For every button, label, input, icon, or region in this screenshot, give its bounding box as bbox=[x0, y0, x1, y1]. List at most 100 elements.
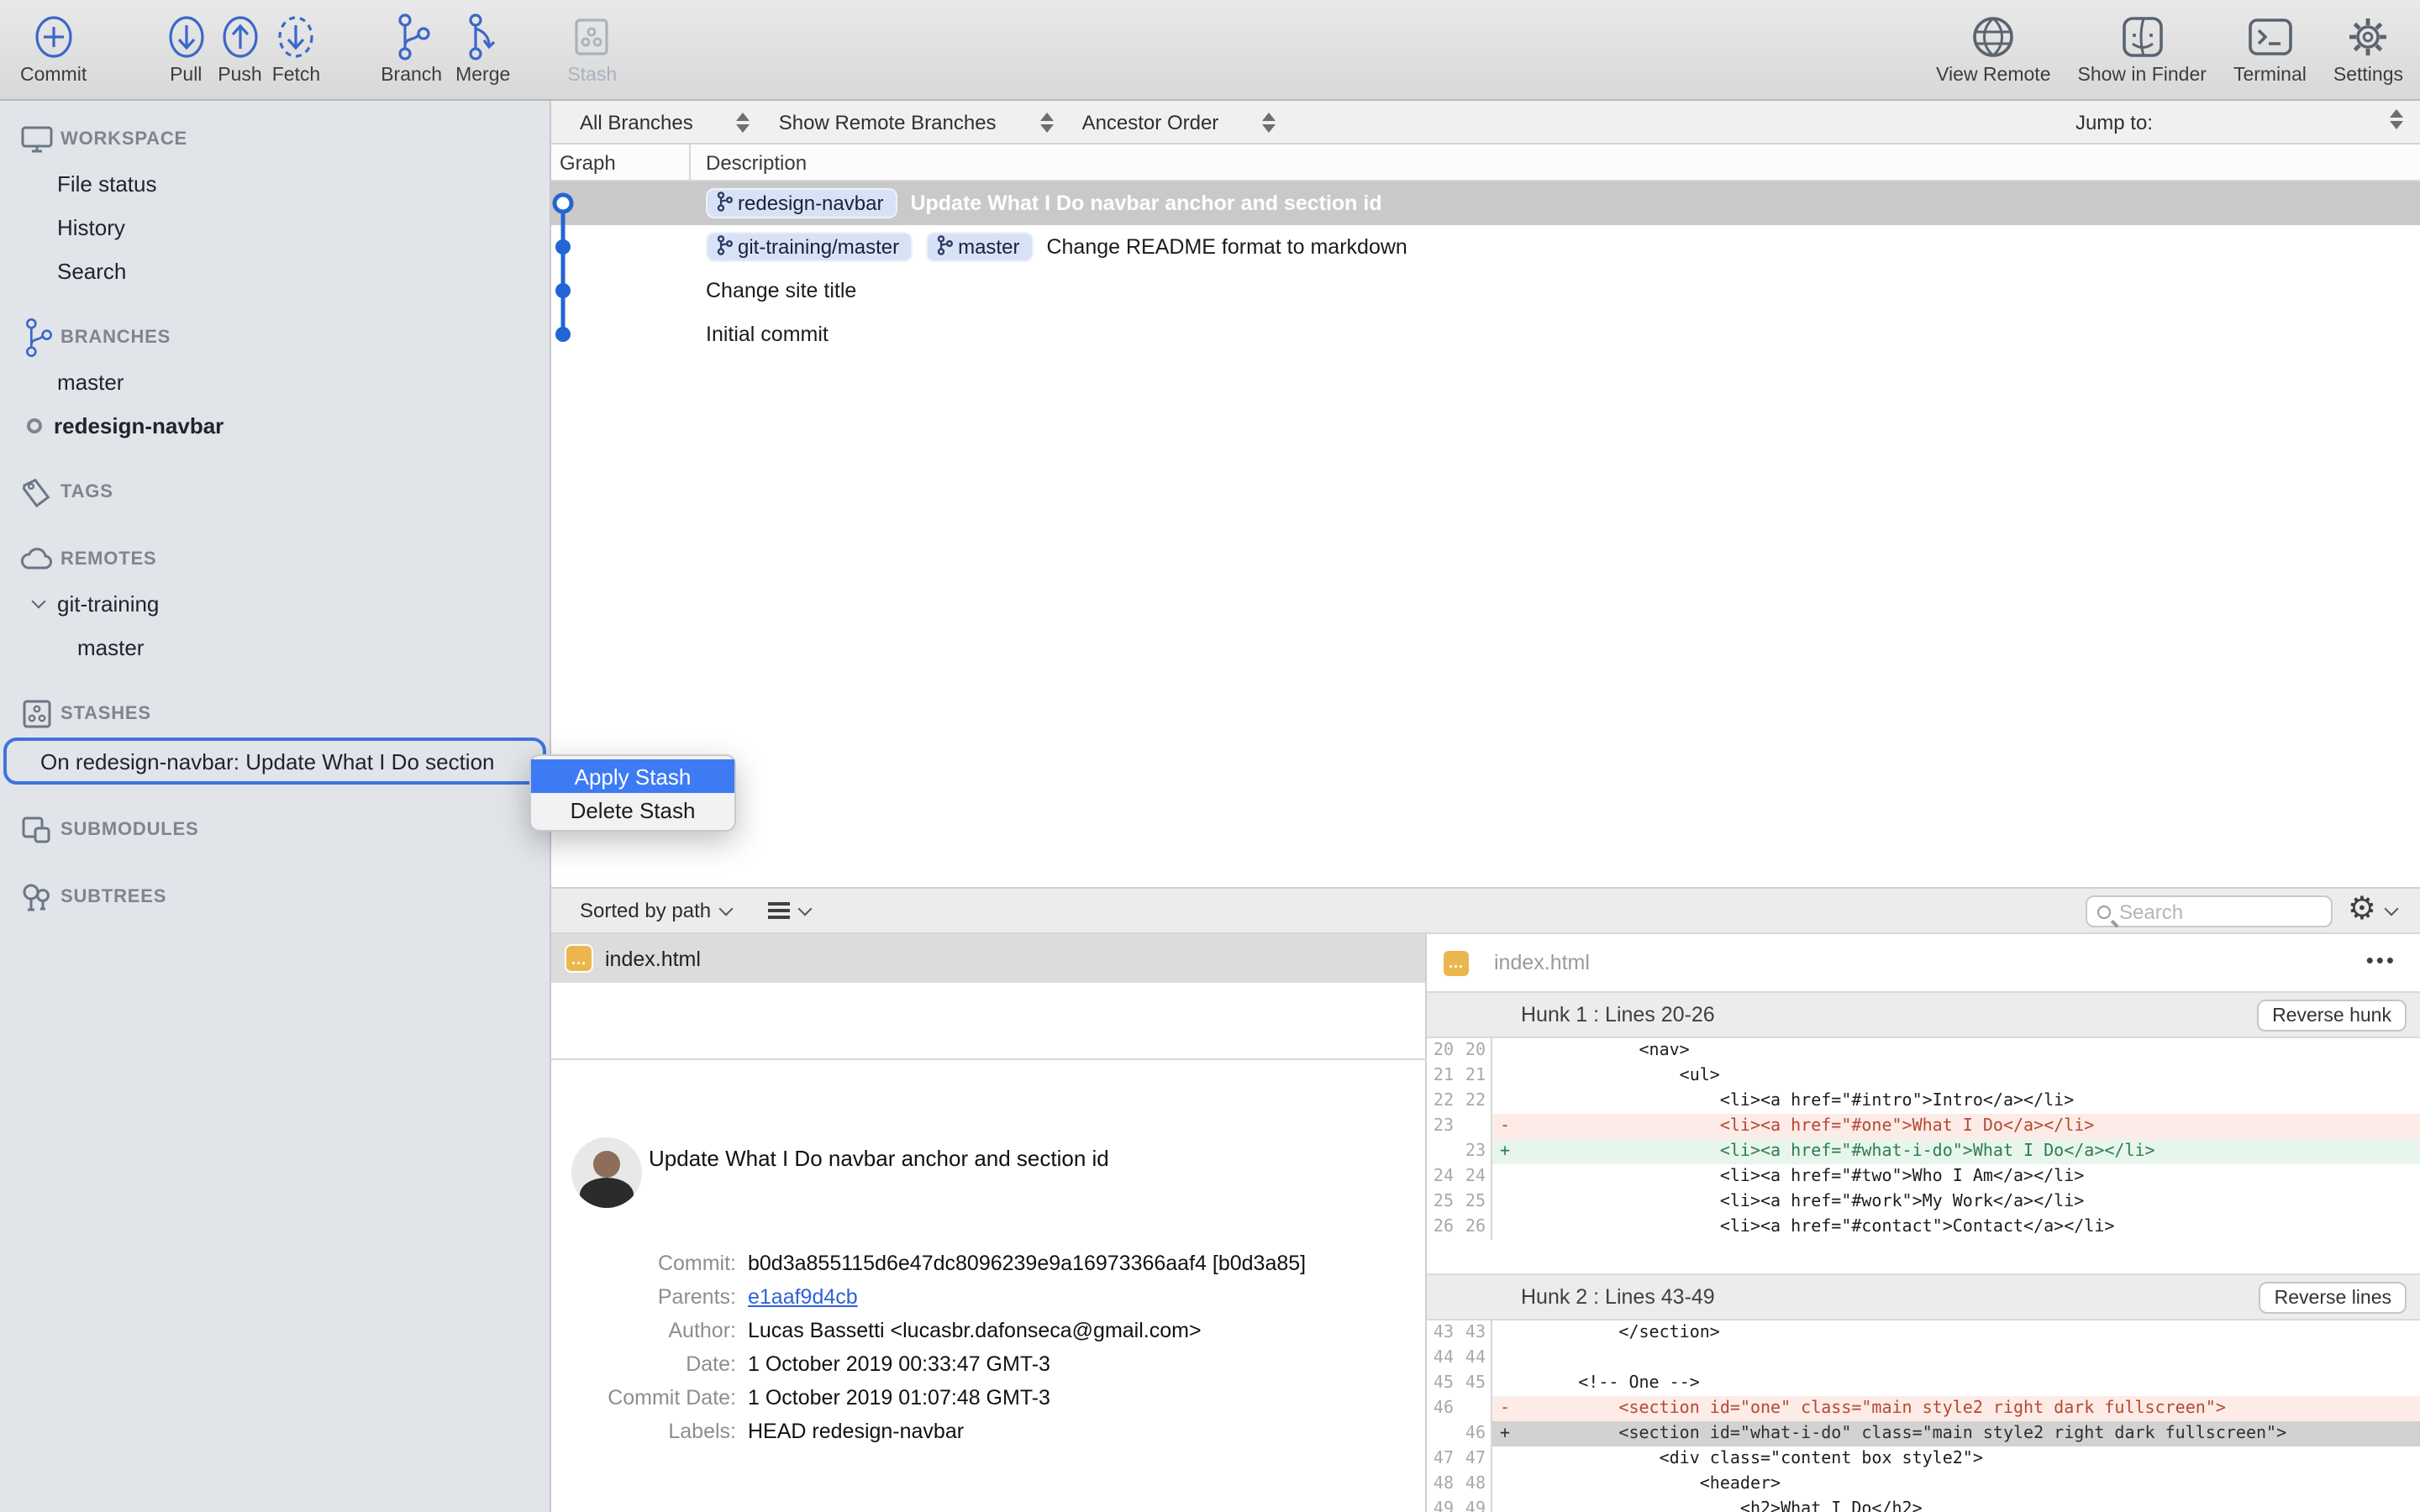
pull-icon bbox=[164, 12, 208, 62]
sidebar-section-stashes[interactable]: STASHES bbox=[0, 692, 550, 736]
commit-row[interactable]: redesign-navbarUpdate What I Do navbar a… bbox=[551, 181, 2420, 225]
sidebar-item-label: History bbox=[57, 214, 125, 239]
pull-button[interactable]: Pull bbox=[164, 12, 208, 86]
filter-dropdown-all-branches[interactable]: All Branches bbox=[580, 110, 750, 134]
modified-file-icon: ... bbox=[565, 944, 593, 973]
diff-sign bbox=[1492, 1320, 1518, 1346]
file-row-index-html[interactable]: ... index.html bbox=[551, 934, 1425, 983]
diff-line[interactable]: 46+ <section id="what-i-do" class="main … bbox=[1427, 1421, 2420, 1446]
filter-dropdown-show-remote-branches[interactable]: Show Remote Branches bbox=[779, 110, 1054, 134]
column-header-graph[interactable]: Graph bbox=[551, 144, 691, 181]
file-list-toolbar: Sorted by path ⚙ bbox=[551, 887, 2420, 934]
code-area: <li><a href="#work">My Work</a></li> bbox=[1492, 1189, 2420, 1215]
diff-settings-dropdown[interactable]: ⚙ bbox=[2348, 892, 2396, 929]
branch-badge: git-training/master bbox=[706, 232, 913, 262]
diff-file-header: ... index.html ••• bbox=[1427, 934, 2420, 991]
code-area: - <section id="one" class="main style2 r… bbox=[1492, 1396, 2420, 1421]
diff-sign bbox=[1492, 1063, 1518, 1089]
view-remote-label: View Remote bbox=[1936, 66, 2050, 86]
diff-gap bbox=[1427, 1240, 2420, 1273]
diff-line[interactable]: 2626 <li><a href="#contact">Contact</a><… bbox=[1427, 1215, 2420, 1240]
code-area: <h2>What I Do</h2> bbox=[1492, 1497, 2420, 1512]
commit-row[interactable]: Initial commit bbox=[551, 312, 2420, 356]
show-in-finder-button[interactable]: Show in Finder bbox=[2078, 12, 2207, 86]
pull-label: Pull bbox=[170, 66, 202, 86]
new-line-number: 23 bbox=[1459, 1139, 1492, 1164]
jump-to-control[interactable]: Jump to: bbox=[2075, 101, 2153, 144]
diff-line[interactable]: 23- <li><a href="#one">What I Do</a></li… bbox=[1427, 1114, 2420, 1139]
commit-row[interactable]: git-training/mastermasterChange README f… bbox=[551, 225, 2420, 269]
reverse-button[interactable]: Reverse hunk bbox=[2257, 1000, 2407, 1032]
context-menu-item-delete-stash[interactable]: Delete Stash bbox=[531, 793, 734, 827]
search-input[interactable] bbox=[2119, 900, 2304, 923]
context-menu-item-apply-stash[interactable]: Apply Stash bbox=[531, 759, 734, 793]
sidebar-item-redesign-navbar[interactable]: redesign-navbar bbox=[0, 403, 550, 447]
diff-file-name: index.html bbox=[1494, 951, 1590, 974]
sidebar-item-label: redesign-navbar bbox=[54, 412, 224, 438]
diff-line[interactable]: 2424 <li><a href="#two">Who I Am</a></li… bbox=[1427, 1164, 2420, 1189]
section-label: STASHES bbox=[60, 704, 151, 724]
sidebar-section-remotes[interactable]: REMOTES bbox=[0, 538, 550, 581]
diff-line[interactable]: 4343 </section> bbox=[1427, 1320, 2420, 1346]
updown-stepper-icon[interactable] bbox=[2390, 109, 2403, 129]
diff-line[interactable]: 2525 <li><a href="#work">My Work</a></li… bbox=[1427, 1189, 2420, 1215]
diff-line[interactable]: 4545 <!-- One --> bbox=[1427, 1371, 2420, 1396]
diff-line[interactable]: 2222 <li><a href="#intro">Intro</a></li> bbox=[1427, 1089, 2420, 1114]
sidebar-item-search[interactable]: Search bbox=[0, 249, 550, 292]
diff-line[interactable]: 4949 <h2>What I Do</h2> bbox=[1427, 1497, 2420, 1512]
settings-button[interactable]: Settings bbox=[2333, 12, 2403, 86]
hunk-title: Hunk 2 : Lines 43-49 bbox=[1521, 1285, 1715, 1309]
detail-value-link[interactable]: e1aaf9d4cb bbox=[748, 1285, 858, 1309]
chevron-down-icon[interactable] bbox=[32, 595, 46, 609]
sidebar-section-tags[interactable]: TAGS bbox=[0, 470, 550, 514]
terminal-icon bbox=[2244, 12, 2295, 62]
terminal-button[interactable]: Terminal bbox=[2233, 12, 2307, 86]
merge-button[interactable]: Merge bbox=[455, 12, 510, 86]
diff-line[interactable]: 4747 <div class="content box style2"> bbox=[1427, 1446, 2420, 1472]
more-options-button[interactable]: ••• bbox=[2366, 948, 2396, 973]
old-line-number: 26 bbox=[1427, 1215, 1459, 1240]
fetch-label: Fetch bbox=[272, 66, 321, 86]
sidebar-item-master[interactable]: master bbox=[0, 625, 550, 669]
sidebar-section-branches[interactable]: BRANCHES bbox=[0, 316, 550, 360]
filter-dropdown-ancestor-order[interactable]: Ancestor Order bbox=[1082, 110, 1276, 134]
branch-badge-label: redesign-navbar bbox=[738, 192, 883, 215]
diff-line[interactable]: 2020 <nav> bbox=[1427, 1038, 2420, 1063]
diff-line[interactable]: 4848 <header> bbox=[1427, 1472, 2420, 1497]
diff-line[interactable]: 23+ <li><a href="#what-i-do">What I Do</… bbox=[1427, 1139, 2420, 1164]
filter-label: Show Remote Branches bbox=[779, 110, 997, 134]
sourcetree-window: CommitPullPushFetchBranchMergeStash View… bbox=[0, 0, 2420, 1512]
reverse-button[interactable]: Reverse lines bbox=[2260, 1282, 2407, 1314]
code-text: <nav> bbox=[1518, 1038, 1690, 1063]
sidebar-section-workspace[interactable]: WORKSPACE bbox=[0, 118, 550, 161]
push-button[interactable]: Push bbox=[218, 12, 261, 86]
fetch-button[interactable]: Fetch bbox=[272, 12, 321, 86]
list-icon bbox=[768, 902, 790, 906]
sidebar-section-submodules[interactable]: SUBMODULES bbox=[0, 808, 550, 852]
diff-line[interactable]: 2121 <ul> bbox=[1427, 1063, 2420, 1089]
diff-line[interactable]: 4444 bbox=[1427, 1346, 2420, 1371]
commit-row[interactable]: Change site title bbox=[551, 269, 2420, 312]
detail-row: Labels:HEAD redesign-navbar bbox=[551, 1415, 1427, 1448]
new-line-number bbox=[1459, 1114, 1492, 1139]
view-options-dropdown[interactable] bbox=[768, 908, 810, 913]
code-text: <header> bbox=[1518, 1472, 1781, 1497]
sidebar-item-history[interactable]: History bbox=[0, 205, 550, 249]
commit-button[interactable]: Commit bbox=[20, 12, 87, 86]
sidebar-item-master[interactable]: master bbox=[0, 360, 550, 403]
sidebar-item-stash[interactable]: On redesign-navbar: Update What I Do sec… bbox=[3, 738, 546, 785]
diff-line[interactable]: 46- <section id="one" class="main style2… bbox=[1427, 1396, 2420, 1421]
sort-by-dropdown[interactable]: Sorted by path bbox=[580, 899, 731, 922]
search-field[interactable] bbox=[2086, 895, 2333, 927]
sidebar-section-subtrees[interactable]: SUBTREES bbox=[0, 875, 550, 919]
diff-sign bbox=[1492, 1189, 1518, 1215]
column-header-description[interactable]: Description bbox=[691, 150, 807, 174]
view-remote-button[interactable]: View Remote bbox=[1936, 12, 2050, 86]
sidebar-item-file-status[interactable]: File status bbox=[0, 161, 550, 205]
code-area: - <li><a href="#one">What I Do</a></li> bbox=[1492, 1114, 2420, 1139]
sidebar-item-git-training[interactable]: git-training bbox=[0, 581, 550, 625]
code-text: <li><a href="#two">Who I Am</a></li> bbox=[1518, 1164, 2084, 1189]
new-line-number: 49 bbox=[1459, 1497, 1492, 1512]
code-text: <li><a href="#work">My Work</a></li> bbox=[1518, 1189, 2084, 1215]
branch-button[interactable]: Branch bbox=[381, 12, 442, 86]
